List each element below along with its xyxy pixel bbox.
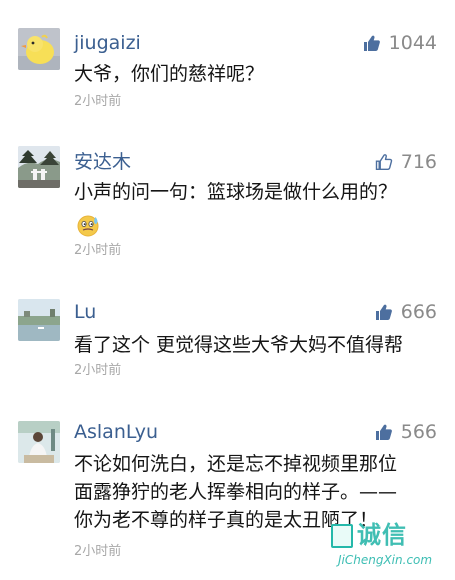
like-count: 666	[400, 301, 437, 323]
comment-text-line: 不论如何洗白，还是忘不掉视频里那位	[74, 453, 398, 475]
comment-item: 安达木 716 小声的问一句：篮球场是做什么用的？ 2小时前	[0, 135, 455, 275]
landscape-avatar-icon	[18, 146, 60, 188]
avatar[interactable]	[18, 421, 60, 463]
person-avatar-icon	[18, 421, 60, 463]
timestamp: 2小时前	[74, 363, 122, 378]
thumbs-up-icon	[375, 304, 392, 320]
like-button[interactable]: 716	[375, 150, 437, 174]
thumbs-up-outline-icon	[375, 154, 392, 170]
like-button[interactable]: 566	[375, 420, 437, 444]
avatar[interactable]	[18, 299, 60, 341]
lake-avatar-icon	[18, 299, 60, 341]
like-button[interactable]: 666	[375, 300, 437, 324]
comment-item: Lu 666 看了这个 更觉得这些大爷大妈不值得帮 2小时前	[0, 275, 455, 390]
username[interactable]: Lu	[74, 300, 96, 324]
watermark-chars: 诚信	[357, 521, 407, 549]
comment-text: 大爷，你们的慈祥呢？	[74, 60, 439, 88]
comment-text-line: 看了这个 更觉得这些大爷大妈不值得帮	[74, 334, 404, 356]
comment-text: 看了这个 更觉得这些大爷大妈不值得帮	[74, 331, 439, 359]
watermark-domain: JiChengXin.com	[338, 553, 433, 567]
timestamp: 2小时前	[74, 94, 122, 109]
thumbs-up-icon	[375, 424, 392, 440]
timestamp: 2小时前	[74, 544, 122, 559]
username[interactable]: AslanLyu	[74, 420, 158, 444]
duck-avatar-icon	[18, 28, 60, 70]
comment-text: 小声的问一句：篮球场是做什么用的？	[74, 178, 439, 206]
like-button[interactable]: 1044	[363, 31, 437, 55]
username[interactable]: 安达木	[74, 150, 131, 174]
avatar[interactable]	[18, 146, 60, 188]
comment-text-line: 面露狰狞的老人挥拳相向的样子。——	[74, 481, 398, 503]
like-count: 716	[400, 151, 437, 173]
thumbs-up-icon	[363, 35, 380, 51]
comment-item: jiugaizi 1044 大爷，你们的慈祥呢？ 2小时前	[0, 0, 455, 135]
username[interactable]: jiugaizi	[74, 31, 141, 55]
like-count: 566	[400, 421, 437, 443]
comment-text-line: 大爷，你们的慈祥呢？	[74, 63, 265, 85]
comment-text-line: 小声的问一句：篮球场是做什么用的？	[74, 181, 398, 203]
avatar[interactable]	[18, 28, 60, 70]
like-count: 1044	[388, 32, 437, 54]
watermark-logo-box	[331, 524, 353, 548]
sweat-emoji-icon	[77, 215, 99, 237]
watermark: 诚信 JiChengXin.com	[331, 520, 449, 576]
timestamp: 2小时前	[74, 243, 122, 258]
